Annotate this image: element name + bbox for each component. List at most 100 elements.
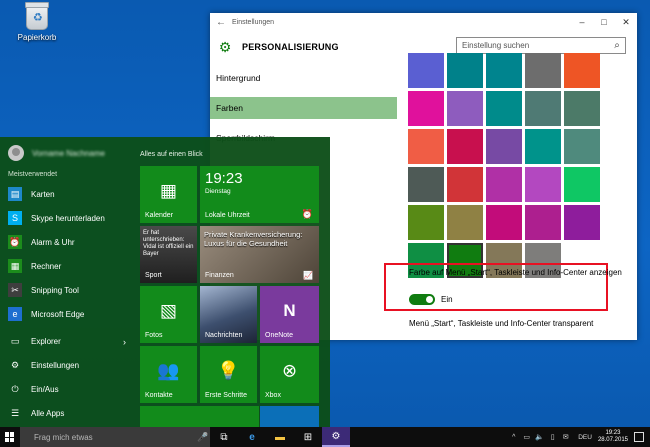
color-swatch[interactable] bbox=[525, 91, 561, 126]
taskbar: Frag mich etwas 🎤 ⧉ e ▬ ⊞ ⚙ ^ ▭ 🔈 ▯ ✉ DE… bbox=[0, 427, 650, 447]
color-swatch[interactable] bbox=[408, 205, 444, 240]
color-swatch[interactable] bbox=[447, 91, 483, 126]
tile-xbox[interactable]: ⊗ Xbox bbox=[260, 346, 319, 403]
tile-contacts[interactable]: 👥 Kontakte bbox=[140, 346, 197, 403]
taskbar-time: 19:23 bbox=[605, 430, 621, 436]
task-view-icon[interactable]: ⧉ bbox=[210, 427, 238, 447]
battery-icon[interactable]: ▯ bbox=[546, 433, 559, 441]
color-swatch[interactable] bbox=[564, 167, 600, 202]
message-icon[interactable]: ✉ bbox=[559, 433, 572, 441]
taskbar-search-placeholder: Frag mich etwas bbox=[34, 432, 93, 442]
color-swatch[interactable] bbox=[486, 129, 522, 164]
edge-icon: e bbox=[8, 307, 22, 321]
color-swatch[interactable] bbox=[525, 205, 561, 240]
start-bottom-item[interactable]: ⏻ Ein/Aus bbox=[8, 381, 126, 398]
network-icon[interactable]: ▭ bbox=[520, 433, 533, 441]
clock-time: 19:23 bbox=[205, 170, 243, 187]
start-app-item[interactable]: S Skype herunterladen bbox=[8, 209, 105, 227]
tile-onenote[interactable]: N OneNote bbox=[260, 286, 319, 343]
back-arrow-icon[interactable]: ← bbox=[210, 17, 232, 28]
start-button[interactable] bbox=[0, 427, 20, 447]
tiles-group-label: Alles auf einen Blick bbox=[140, 151, 203, 158]
start-app-item[interactable]: ▤ Karten bbox=[8, 185, 105, 203]
start-app-label: Rechner bbox=[31, 261, 62, 271]
color-swatch[interactable] bbox=[564, 129, 600, 164]
alarm-icon: ⏰ bbox=[8, 235, 22, 249]
tile-news[interactable]: Nachrichten bbox=[200, 286, 257, 343]
tile-label: OneNote bbox=[265, 332, 294, 339]
store-icon[interactable]: ⊞ bbox=[294, 427, 322, 447]
color-swatch[interactable] bbox=[564, 53, 600, 88]
start-app-item[interactable]: e Microsoft Edge bbox=[8, 305, 105, 323]
start-app-item[interactable]: ✂ Snipping Tool bbox=[8, 281, 105, 299]
contacts-icon: 👥 bbox=[157, 360, 180, 381]
tile-calendar[interactable]: ▦ Kalender bbox=[140, 166, 197, 223]
color-swatch[interactable] bbox=[525, 129, 561, 164]
color-swatch[interactable] bbox=[447, 53, 483, 88]
start-app-item[interactable]: ▦ Rechner bbox=[8, 257, 105, 275]
start-app-label: Alarm & Uhr bbox=[31, 237, 75, 247]
folder-icon: ▭ bbox=[10, 336, 20, 346]
color-swatch[interactable] bbox=[486, 205, 522, 240]
tile-partial-left[interactable] bbox=[140, 406, 259, 427]
settings-taskbar-icon[interactable]: ⚙ bbox=[322, 427, 350, 447]
start-app-label: Snipping Tool bbox=[31, 285, 79, 295]
calendar-icon: ▦ bbox=[159, 180, 178, 201]
color-swatch[interactable] bbox=[564, 205, 600, 240]
maximize-button[interactable]: □ bbox=[593, 17, 615, 27]
nav-item-hintergrund[interactable]: Hintergrund bbox=[210, 67, 397, 89]
start-bottom-item[interactable]: ⚙ Einstellungen bbox=[8, 357, 126, 374]
color-swatch[interactable] bbox=[486, 53, 522, 88]
start-bottom-item[interactable]: ☰ Alle Apps bbox=[8, 405, 126, 422]
close-button[interactable]: ✕ bbox=[615, 17, 637, 28]
accent-color-grid bbox=[408, 53, 633, 278]
color-swatch[interactable] bbox=[447, 167, 483, 202]
folder-icon[interactable]: ▬ bbox=[266, 427, 294, 447]
settings-search-input[interactable]: Einstellung suchen ⌕ bbox=[456, 37, 626, 54]
color-swatch[interactable] bbox=[408, 91, 444, 126]
tile-photos[interactable]: ▧ Fotos bbox=[140, 286, 197, 343]
color-swatch[interactable] bbox=[408, 129, 444, 164]
taskbar-clock[interactable]: 19:23 28.07.2015 bbox=[598, 430, 628, 444]
edge-icon[interactable]: e bbox=[238, 427, 266, 447]
tile-get-started[interactable]: 💡 Erste Schritte bbox=[200, 346, 257, 403]
start-app-item[interactable]: ⏰ Alarm & Uhr bbox=[8, 233, 105, 251]
onenote-icon: N bbox=[283, 301, 296, 321]
chevron-right-icon[interactable]: › bbox=[123, 337, 126, 347]
color-swatch[interactable] bbox=[408, 53, 444, 88]
start-bottom-label: Explorer bbox=[31, 337, 61, 346]
transparent-option-label: Menü „Start“, Taskleiste und Info-Center… bbox=[409, 319, 594, 328]
color-swatch[interactable] bbox=[564, 91, 600, 126]
action-center-icon[interactable] bbox=[634, 432, 644, 442]
chart-icon: 📈 bbox=[303, 271, 313, 280]
input-language[interactable]: DEU bbox=[578, 434, 592, 441]
tile-label: Sport bbox=[145, 272, 162, 279]
tile-local-time[interactable]: 19:23 Dienstag Lokale Uhrzeit ⏰ bbox=[200, 166, 319, 223]
color-swatch[interactable] bbox=[447, 205, 483, 240]
recycle-bin[interactable]: ♻ Papierkorb bbox=[14, 2, 60, 42]
gear-icon: ⚙ bbox=[218, 38, 232, 55]
tile-finance[interactable]: Private Krankenversicherung: Luxus für d… bbox=[200, 226, 319, 283]
tile-sport[interactable]: Er hat unterschrieben: Vidal ist offizie… bbox=[140, 226, 197, 283]
color-swatch[interactable] bbox=[525, 53, 561, 88]
chevron-up-icon[interactable]: ^ bbox=[507, 434, 520, 441]
search-icon[interactable]: ⌕ bbox=[609, 40, 625, 51]
map-icon: ▤ bbox=[8, 187, 22, 201]
taskbar-search-box[interactable]: Frag mich etwas 🎤 bbox=[20, 427, 210, 447]
color-swatch[interactable] bbox=[408, 167, 444, 202]
windows-logo-icon bbox=[5, 432, 15, 442]
nav-item-farben[interactable]: Farben bbox=[210, 97, 397, 119]
accent-toggle-switch[interactable] bbox=[409, 294, 435, 305]
microphone-icon[interactable]: 🎤 bbox=[196, 432, 210, 443]
color-swatch[interactable] bbox=[525, 167, 561, 202]
photos-icon: ▧ bbox=[159, 300, 178, 321]
color-swatch[interactable] bbox=[486, 91, 522, 126]
minimize-button[interactable]: – bbox=[571, 17, 593, 27]
recycle-bin-label: Papierkorb bbox=[17, 33, 57, 42]
start-bottom-item[interactable]: ▭ Explorer › bbox=[8, 333, 126, 350]
color-swatch[interactable] bbox=[447, 129, 483, 164]
tile-partial-right[interactable] bbox=[260, 406, 319, 427]
volume-icon[interactable]: 🔈 bbox=[533, 433, 546, 441]
user-account[interactable]: Vorname Nachname bbox=[8, 145, 105, 161]
color-swatch[interactable] bbox=[486, 167, 522, 202]
